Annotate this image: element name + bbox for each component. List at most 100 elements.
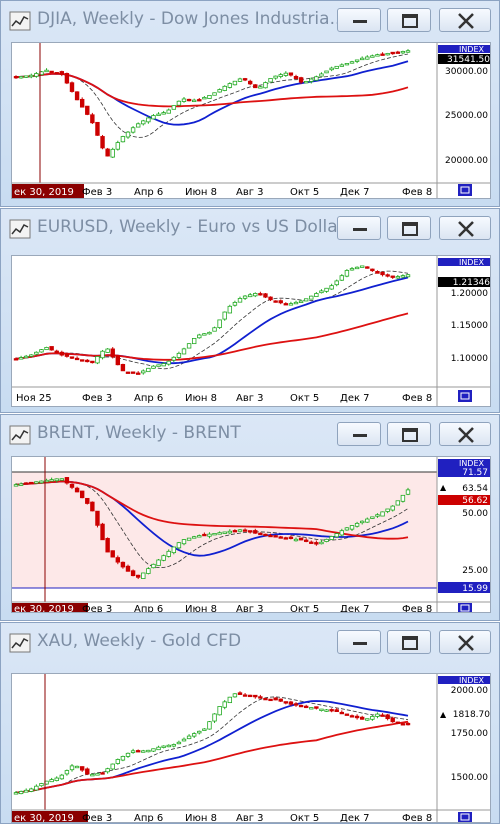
- maximize-button[interactable]: [387, 630, 431, 654]
- title-bar[interactable]: BRENT, Weekly - BRENT: [1, 415, 499, 455]
- candle: [349, 715, 355, 718]
- candle: [202, 728, 207, 731]
- chart-window-xau[interactable]: XAU, Weekly - Gold CFD INDEX 2000.00 ▲ 1…: [0, 622, 500, 824]
- candle: [339, 530, 345, 536]
- candle: [329, 285, 334, 290]
- index-label: INDEX: [459, 459, 485, 468]
- close-button[interactable]: [439, 216, 491, 240]
- candle: [258, 293, 263, 296]
- candle: [59, 774, 65, 780]
- x-tick-3: Авг 3: [236, 813, 264, 823]
- x-tick-0: Фев 3: [82, 813, 112, 823]
- candle: [176, 352, 182, 358]
- candle: [186, 735, 192, 740]
- candle: [237, 692, 243, 695]
- candle: [232, 530, 238, 533]
- candle: [293, 76, 299, 80]
- chart-area[interactable]: INDEX 1.21346 1.20000 1.15000 1.10000 Но…: [11, 255, 491, 407]
- x-tick-2: Июн 8: [185, 187, 217, 198]
- title-bar[interactable]: XAU, Weekly - Gold CFD: [1, 623, 499, 663]
- chart-icon: [9, 219, 31, 239]
- candle: [293, 301, 299, 305]
- candle: [237, 529, 243, 532]
- chart-window-brent[interactable]: BRENT, Weekly - BRENT INDEX 71.57 ▲ 63.5…: [0, 414, 500, 621]
- ma-blue-line: [15, 276, 409, 365]
- candle: [29, 788, 34, 792]
- chart-area[interactable]: INDEX 71.57 ▲ 63.54 56.62 50.00 25.00 15…: [11, 456, 491, 613]
- minimize-button[interactable]: [337, 630, 381, 654]
- candle: [278, 74, 283, 77]
- x-tick-3: Авг 3: [236, 187, 264, 198]
- x-tick-4: Окт 5: [290, 813, 319, 823]
- candle: [324, 287, 329, 292]
- price-arrow-icon: ▲: [440, 483, 447, 492]
- title-bar[interactable]: DJIA, Weekly - Dow Jones Industria...: [1, 1, 499, 41]
- scroll-end-icon[interactable]: [458, 390, 472, 402]
- candle: [380, 714, 385, 717]
- close-button[interactable]: [439, 8, 491, 32]
- close-button[interactable]: [439, 630, 491, 654]
- candle: [90, 501, 95, 512]
- candle: [273, 535, 278, 538]
- candle: [253, 84, 258, 89]
- chart-area[interactable]: INDEX 2000.00 ▲ 1818.70 1750.00 1500.00 …: [11, 673, 491, 823]
- chart-area[interactable]: INDEX 31541.50 30000.00 25000.00 20000.0…: [11, 42, 491, 199]
- candle: [375, 713, 380, 717]
- candle: [181, 348, 187, 355]
- candle: [207, 721, 212, 730]
- maximize-button[interactable]: [387, 8, 431, 32]
- candle: [191, 536, 197, 539]
- candle: [339, 275, 345, 281]
- candle: [309, 78, 314, 82]
- minimize-icon: [353, 434, 367, 437]
- candle: [303, 298, 309, 302]
- candle: [263, 82, 268, 89]
- candle: [44, 347, 49, 351]
- candle: [100, 772, 105, 775]
- close-button[interactable]: [439, 422, 491, 446]
- candle: [405, 722, 411, 726]
- chart-window-eurusd[interactable]: EURUSD, Weekly - Euro vs US Dollar INDEX…: [0, 208, 500, 413]
- maximize-icon: [402, 428, 418, 442]
- chart-window-djia[interactable]: DJIA, Weekly - Dow Jones Industria... IN…: [0, 0, 500, 207]
- candle: [258, 696, 263, 699]
- candle: [166, 109, 171, 114]
- candle: [141, 750, 146, 753]
- candle: [237, 78, 243, 82]
- candle: [125, 371, 131, 374]
- minimize-icon: [353, 228, 367, 231]
- candle: [395, 276, 401, 279]
- candle: [314, 542, 319, 545]
- candle: [247, 294, 253, 298]
- window-title: XAU, Weekly - Gold CFD: [37, 631, 242, 651]
- x-tick-4: Окт 5: [290, 604, 319, 613]
- candle: [74, 357, 80, 361]
- candle: [64, 353, 70, 357]
- candle: [151, 365, 156, 369]
- candle: [141, 120, 146, 125]
- candle: [156, 559, 161, 566]
- y-tick-1: 25000.00: [445, 111, 488, 121]
- ma-blue-line: [15, 60, 409, 126]
- candle: [242, 295, 248, 299]
- x-tick-2: Июн 8: [185, 813, 217, 823]
- maximize-button[interactable]: [387, 422, 431, 446]
- candle: [253, 530, 258, 534]
- candle: [120, 136, 126, 143]
- title-bar[interactable]: EURUSD, Weekly - Euro vs US Dollar: [1, 209, 499, 249]
- maximize-icon: [402, 222, 418, 236]
- minimize-button[interactable]: [337, 216, 381, 240]
- candle: [166, 550, 171, 557]
- candle: [181, 98, 187, 102]
- candle: [49, 779, 54, 783]
- candle: [227, 696, 233, 704]
- scroll-end-icon[interactable]: [458, 184, 472, 196]
- candle: [344, 527, 350, 531]
- candle: [242, 78, 248, 81]
- minimize-button[interactable]: [337, 8, 381, 32]
- maximize-button[interactable]: [387, 216, 431, 240]
- close-icon: [458, 427, 474, 443]
- candle: [49, 479, 54, 482]
- candle: [69, 356, 75, 359]
- minimize-button[interactable]: [337, 422, 381, 446]
